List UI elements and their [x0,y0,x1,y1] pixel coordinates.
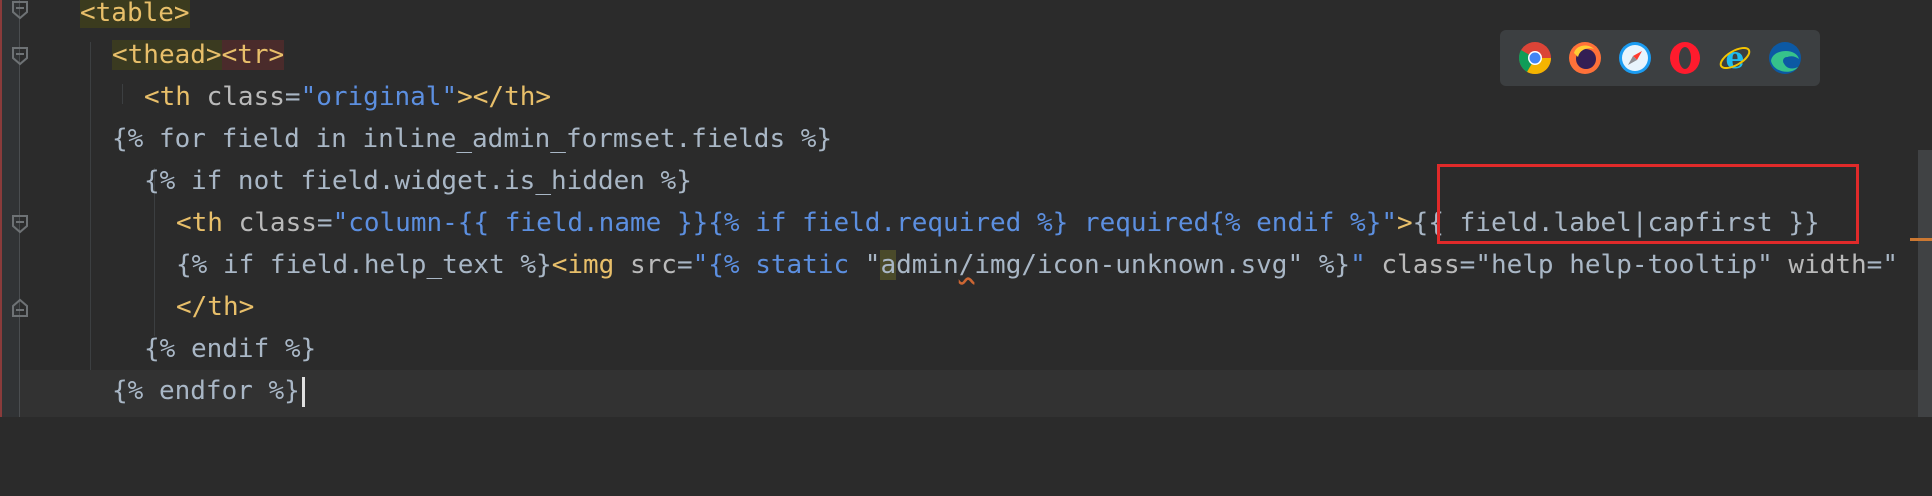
string: dmin [896,250,959,280]
attr-value: " [1882,250,1898,280]
attr-value: "column- [332,208,458,238]
attr-value: " [1381,208,1398,238]
html-tag: <th [144,82,207,112]
highlight-annotation-box [1437,164,1859,244]
internet-explorer-icon[interactable]: e [1718,41,1752,76]
browser-preview-bar: e [1500,30,1820,86]
code-line-current[interactable]: {% endfor %} [20,370,1932,417]
html-tag: <th [176,208,239,238]
attr-name: class [206,82,285,112]
string: a [880,250,897,280]
html-tag: <thead> [112,40,222,70]
change-marker [0,0,2,417]
attr-value: "help help-tooltip" [1475,250,1773,280]
html-tag: <img [551,250,630,280]
svg-text:e: e [1725,41,1744,75]
attr-name: class [238,208,317,238]
firefox-icon[interactable] [1568,41,1602,75]
template-tag: {% for field in inline_admin_formset.fie… [112,124,833,154]
template-tag: {% endif %} [1209,208,1382,238]
equals: = [316,208,333,238]
attr-value: required [1068,208,1210,238]
string: " [864,250,881,280]
edge-icon[interactable] [1768,41,1802,75]
template-tag: {% endif %} [144,334,317,364]
code-line[interactable]: {% for field in inline_admin_formset.fie… [20,118,1932,160]
attr-name: class [1365,250,1460,280]
template-tag: {% if field.required %} [708,208,1069,238]
opera-icon[interactable] [1668,41,1702,75]
code-line[interactable]: {% if field.help_text %}<img src="{% sta… [20,244,1932,286]
template-tag: {% if field.help_text %} [176,250,552,280]
safari-icon[interactable] [1618,41,1652,75]
editor-gutter [0,0,28,417]
string: img/icon-unknown.svg" %} [974,250,1351,280]
attr-value: " [1350,250,1366,280]
chrome-icon[interactable] [1518,41,1552,75]
template-tag: {% endfor %} [112,376,300,406]
html-tag: <tr> [221,40,285,70]
template-variable: {{ field.name }} [457,208,709,238]
attr-name: width [1772,250,1867,280]
vertical-scrollbar[interactable] [1918,150,1932,417]
error-stripe-marker[interactable] [1910,238,1932,241]
template-tag: {% if not field.widget.is_hidden %} [144,166,692,196]
code-line[interactable]: <table> [20,0,1932,34]
attr-value: " [692,250,709,280]
code-line[interactable]: </th> [20,286,1932,328]
equals: = [1866,250,1883,280]
text-caret [301,376,305,407]
equals: = [284,82,301,112]
html-tag: > [1397,208,1413,238]
html-tag: ></th> [457,82,552,112]
attr-name: src [629,250,677,280]
attr-value: "original" [300,82,458,112]
code-line[interactable]: {% endif %} [20,328,1932,370]
html-tag: </th> [176,292,255,322]
equals: = [676,250,693,280]
string: / [958,250,975,280]
html-tag: <table> [80,0,190,28]
equals: = [1459,250,1476,280]
template-tag: {% static [708,250,865,280]
